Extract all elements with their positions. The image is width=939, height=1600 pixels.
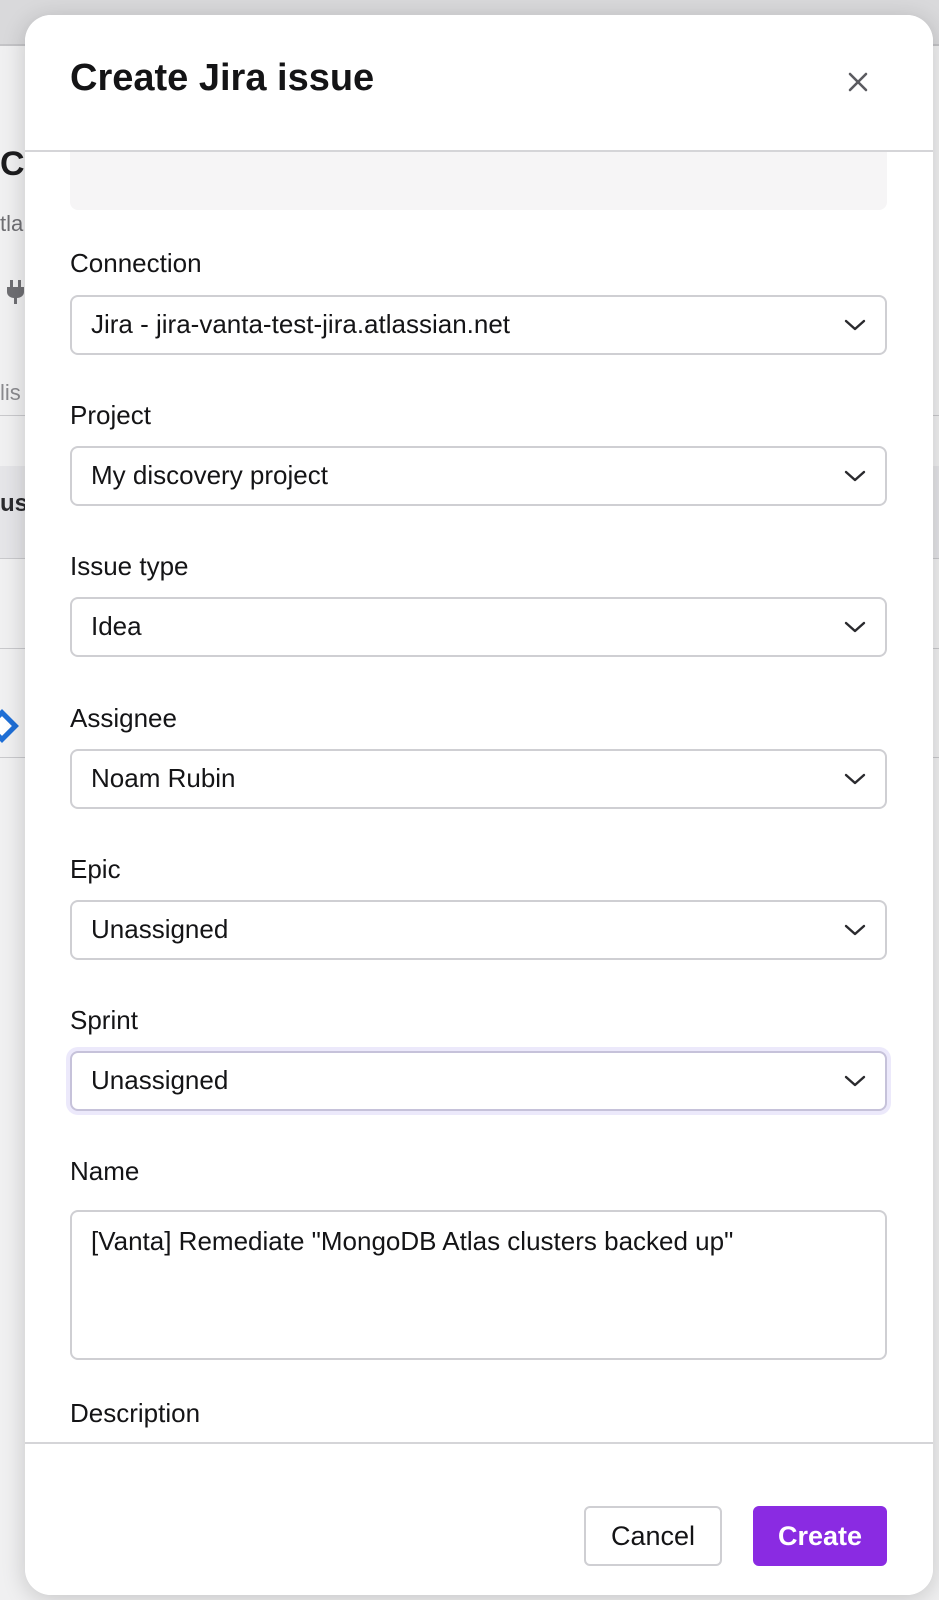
background-tab: lis bbox=[0, 380, 21, 405]
chevron-down-icon bbox=[843, 619, 867, 635]
chevron-down-icon bbox=[843, 1073, 867, 1089]
create-jira-issue-modal: Create Jira issue Connection Jira - jira… bbox=[25, 15, 933, 1595]
chevron-down-icon bbox=[843, 922, 867, 938]
background-column-header: us bbox=[0, 490, 29, 517]
epic-label: Epic bbox=[70, 854, 121, 884]
info-panel-bottom bbox=[70, 152, 887, 210]
epic-select[interactable]: Unassigned bbox=[70, 900, 887, 960]
name-value: [Vanta] Remediate "MongoDB Atlas cluster… bbox=[91, 1226, 734, 1256]
create-button[interactable]: Create bbox=[753, 1506, 887, 1566]
connection-value: Jira - jira-vanta-test-jira.atlassian.ne… bbox=[91, 309, 511, 339]
chevron-down-icon bbox=[843, 317, 867, 333]
sprint-label: Sprint bbox=[70, 1005, 138, 1035]
modal-title: Create Jira issue bbox=[70, 57, 375, 99]
assignee-value: Noam Rubin bbox=[91, 763, 236, 793]
close-icon bbox=[848, 72, 868, 92]
name-textarea[interactable]: [Vanta] Remediate "MongoDB Atlas cluster… bbox=[70, 1210, 887, 1360]
chevron-down-icon bbox=[843, 468, 867, 484]
close-button[interactable] bbox=[841, 65, 875, 99]
background-subtitle: tla bbox=[0, 211, 24, 236]
issue-type-select[interactable]: Idea bbox=[70, 597, 887, 657]
jira-diamond-icon bbox=[0, 709, 19, 743]
modal-footer: Cancel Create bbox=[25, 1442, 933, 1595]
assignee-select[interactable]: Noam Rubin bbox=[70, 749, 887, 809]
connection-select[interactable]: Jira - jira-vanta-test-jira.atlassian.ne… bbox=[70, 295, 887, 355]
assignee-label: Assignee bbox=[70, 703, 177, 733]
background-heading: C bbox=[0, 145, 25, 183]
cancel-button[interactable]: Cancel bbox=[584, 1506, 722, 1566]
issue-type-label: Issue type bbox=[70, 551, 189, 581]
chevron-down-icon bbox=[843, 771, 867, 787]
sprint-select[interactable]: Unassigned bbox=[70, 1051, 887, 1111]
modal-body[interactable]: Connection Jira - jira-vanta-test-jira.a… bbox=[25, 152, 933, 1457]
modal-header: Create Jira issue bbox=[25, 15, 933, 152]
epic-value: Unassigned bbox=[91, 914, 229, 944]
project-select[interactable]: My discovery project bbox=[70, 446, 887, 506]
name-label: Name bbox=[70, 1156, 140, 1186]
project-value: My discovery project bbox=[91, 460, 328, 490]
project-label: Project bbox=[70, 400, 151, 430]
connection-label: Connection bbox=[70, 248, 202, 278]
description-label: Description bbox=[70, 1398, 201, 1428]
sprint-value: Unassigned bbox=[91, 1065, 229, 1095]
issue-type-value: Idea bbox=[91, 611, 142, 641]
